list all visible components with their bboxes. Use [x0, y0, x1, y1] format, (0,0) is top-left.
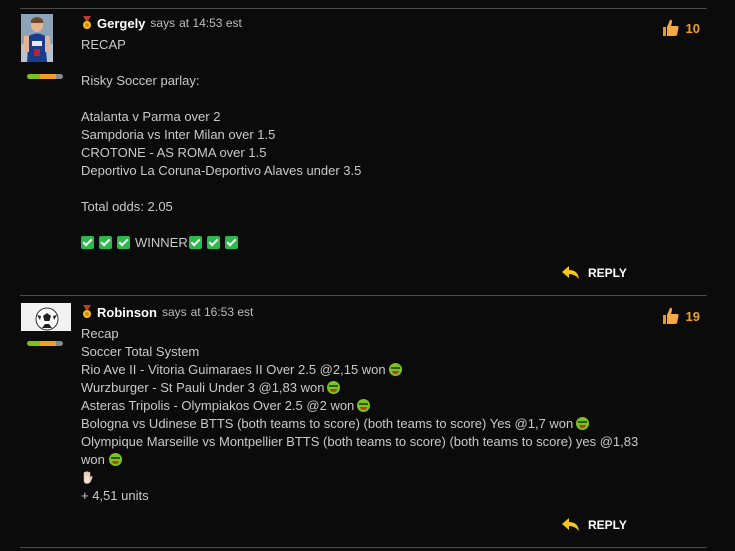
- reply-button[interactable]: REPLY: [562, 266, 627, 280]
- comment-meta: Robinson says at 16:53 est: [81, 303, 651, 321]
- like-count: 10: [685, 20, 700, 36]
- check-icon: [188, 236, 202, 249]
- soccer-ball-avatar[interactable]: [21, 303, 71, 331]
- check-icon: [99, 236, 112, 249]
- money-face-icon: [108, 453, 122, 466]
- comment-body: Gergely says at 14:53 est RECAP Risky Soc…: [81, 14, 651, 252]
- rating-bar: [27, 341, 63, 346]
- line-text: Bologna vs Udinese BTTS (both teams to s…: [81, 416, 574, 431]
- like-count: 19: [685, 308, 700, 324]
- comment-line: Risky Soccer parlay:: [81, 73, 200, 88]
- comment-line: Recap: [81, 326, 119, 341]
- comment-line: Deportivo La Coruna-Deportivo Alaves und…: [81, 163, 362, 178]
- reply-label: REPLY: [588, 266, 627, 280]
- money-face-icon: [357, 399, 371, 412]
- winner-text: WINNER: [135, 235, 188, 250]
- line-text: won: [81, 452, 105, 467]
- comment-line: CROTONE - AS ROMA over 1.5: [81, 145, 267, 160]
- comment-line: Total odds: 2.05: [81, 199, 173, 214]
- divider: [20, 547, 707, 548]
- medal-icon: [83, 305, 91, 318]
- comment-line: [81, 469, 651, 487]
- author-name[interactable]: Robinson: [97, 305, 157, 320]
- thumbs-up-icon: [662, 19, 679, 36]
- thumbs-up-icon: [662, 307, 679, 324]
- line-text: Asteras Tripolis - Olympiakos Over 2.5 @…: [81, 398, 355, 413]
- divider: [20, 8, 707, 9]
- like-button[interactable]: 10: [660, 18, 700, 38]
- avatar-column: [21, 14, 71, 79]
- raised-hand-icon: [83, 471, 93, 484]
- check-icon: [117, 236, 130, 249]
- comment-line: + 4,51 units: [81, 488, 149, 503]
- money-face-icon: [388, 363, 402, 376]
- line-text: Rio Ave II - Vitoria Guimaraes II Over 2…: [81, 362, 386, 377]
- reply-label: REPLY: [588, 518, 627, 532]
- says-label: says: [161, 305, 187, 319]
- comment-time[interactable]: at 14:53 est: [179, 16, 242, 30]
- comment-line: Wurzburger - St Pauli Under 3 @1,83 won: [81, 379, 651, 397]
- comment-line: Atalanta v Parma over 2: [81, 109, 221, 124]
- comment-line: RECAP: [81, 37, 126, 52]
- reply-arrow-icon: [562, 518, 579, 531]
- divider: [20, 295, 707, 296]
- says-label: says: [150, 16, 176, 30]
- basketball-player-avatar[interactable]: [21, 14, 53, 62]
- check-icon: [206, 236, 220, 249]
- comment-text: Recap Soccer Total System Rio Ave II - Vit…: [81, 325, 651, 505]
- comment-text: RECAP Risky Soccer parlay: Atalanta v Parm…: [81, 36, 651, 252]
- comment-line: Rio Ave II - Vitoria Guimaraes II Over 2…: [81, 361, 651, 379]
- reply-arrow-icon: [562, 266, 579, 279]
- medal-icon: [83, 16, 91, 29]
- like-button[interactable]: 19: [660, 306, 700, 326]
- money-face-icon: [576, 417, 590, 430]
- comment-body: Robinson says at 16:53 est Recap Soccer T…: [81, 303, 651, 505]
- comment-line: Asteras Tripolis - Olympiakos Over 2.5 @…: [81, 397, 651, 415]
- rating-bar: [27, 74, 63, 79]
- avatar-column: [21, 303, 71, 346]
- author-name[interactable]: Gergely: [97, 16, 145, 31]
- comment-time[interactable]: at 16:53 est: [191, 305, 254, 319]
- check-icon: [224, 236, 238, 249]
- comments-page: Gergely says at 14:53 est RECAP Risky Soc…: [0, 0, 735, 551]
- comment-line: won: [81, 451, 651, 469]
- comment-line: Bologna vs Udinese BTTS (both teams to s…: [81, 415, 651, 433]
- winner-line: WINNER: [81, 234, 651, 252]
- comment-line: Olympique Marseille vs Montpellier BTTS …: [81, 434, 639, 449]
- line-text: Wurzburger - St Pauli Under 3 @1,83 won: [81, 380, 325, 395]
- comment-line: Soccer Total System: [81, 344, 200, 359]
- reply-button[interactable]: REPLY: [562, 518, 627, 532]
- comment-line: Sampdoria vs Inter Milan over 1.5: [81, 127, 276, 142]
- money-face-icon: [327, 381, 341, 394]
- comment-meta: Gergely says at 14:53 est: [81, 14, 651, 32]
- check-icon: [81, 236, 94, 249]
